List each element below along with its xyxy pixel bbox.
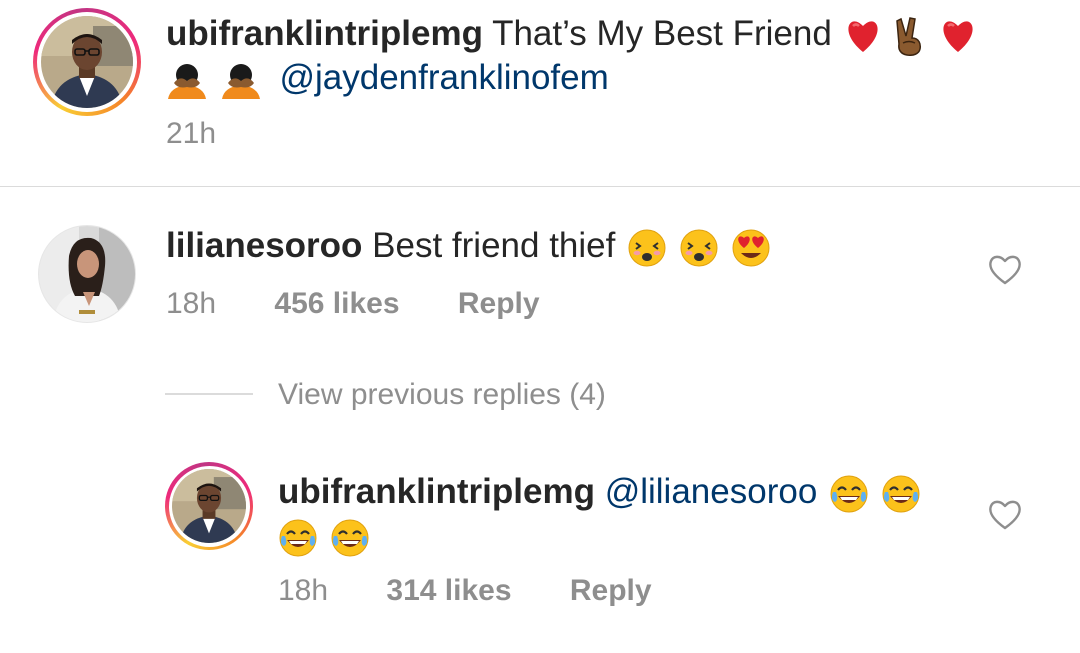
- tears-of-joy-emoji: [330, 518, 370, 558]
- comment-like-heart-icon[interactable]: [988, 254, 1022, 286]
- comment-line: lilianesoroo Best friend thief: [166, 224, 771, 268]
- reply-username[interactable]: ubifranklintriplemg: [278, 472, 595, 511]
- replies-divider-line: [165, 393, 253, 395]
- caption-timestamp: 21h: [166, 117, 217, 150]
- caption-mention[interactable]: @jaydenfranklinofem: [279, 58, 608, 97]
- caption-avatar[interactable]: [33, 8, 141, 116]
- divider: [0, 186, 1080, 187]
- profile-photo: [41, 16, 133, 108]
- profile-photo: [172, 469, 246, 543]
- comment-likes[interactable]: 456 likes: [274, 287, 399, 320]
- reply-mention[interactable]: @lilianesoroo: [605, 472, 818, 511]
- face-with-closed-eyes-kiss-emoji: [679, 228, 719, 268]
- tears-of-joy-emoji: [881, 474, 921, 514]
- comment-username[interactable]: lilianesoroo: [166, 226, 362, 265]
- comments-screen: ubifranklintriplemg That’s My Best Frien…: [0, 0, 1080, 653]
- reply-line-2: [278, 514, 370, 558]
- reply-avatar[interactable]: [165, 462, 253, 550]
- heart-eyes-emoji: [731, 228, 771, 268]
- comment-meta: 18h 456 likes Reply: [166, 286, 540, 322]
- commenter-avatar[interactable]: [38, 225, 136, 323]
- reply-timestamp: 18h: [278, 574, 329, 607]
- tears-of-joy-emoji: [829, 474, 869, 514]
- tears-of-joy-emoji: [278, 518, 318, 558]
- comment-timestamp: 18h: [166, 287, 217, 320]
- victory-hand-emoji: [893, 16, 927, 56]
- view-previous-replies-button[interactable]: View previous replies (4): [278, 377, 606, 413]
- comment-text: Best friend thief: [372, 226, 616, 265]
- caption-username[interactable]: ubifranklintriplemg: [166, 14, 483, 53]
- heart-emoji: [844, 18, 882, 54]
- reply-likes[interactable]: 314 likes: [386, 574, 511, 607]
- caption-text: That’s My Best Friend: [492, 14, 832, 53]
- caption-line-2: @jaydenfranklinofem: [166, 56, 609, 100]
- comment-reply-button[interactable]: Reply: [458, 287, 540, 320]
- person-facepalming-emoji: [166, 61, 208, 99]
- heart-emoji: [939, 18, 977, 54]
- profile-photo: [39, 226, 135, 322]
- person-facepalming-emoji: [220, 61, 262, 99]
- caption-line-1: ubifranklintriplemg That’s My Best Frien…: [166, 12, 977, 56]
- face-with-closed-eyes-kiss-emoji: [627, 228, 667, 268]
- reply-line-1: ubifranklintriplemg @lilianesoroo: [278, 470, 921, 514]
- reply-reply-button[interactable]: Reply: [570, 574, 652, 607]
- reply-meta: 18h 314 likes Reply: [278, 573, 652, 609]
- reply-like-heart-icon[interactable]: [988, 499, 1022, 531]
